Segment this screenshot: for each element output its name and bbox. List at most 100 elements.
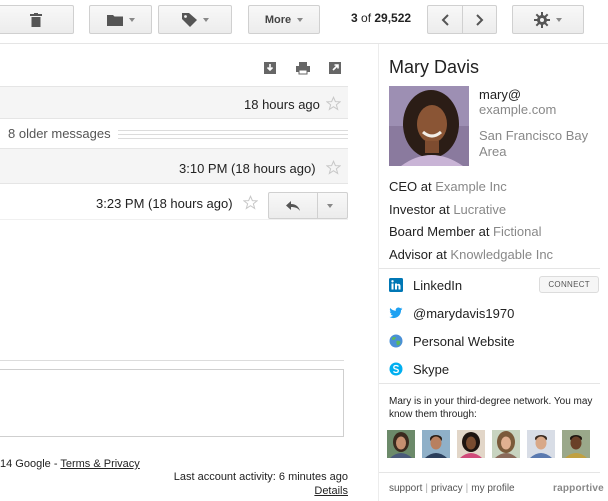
more-label: More (264, 13, 292, 26)
linkedin-icon (389, 278, 403, 292)
privacy-link[interactable]: privacy (431, 483, 463, 494)
older-button[interactable] (462, 5, 497, 34)
reply-button-group (268, 192, 348, 219)
more-button[interactable]: More (248, 5, 320, 34)
connection-avatar[interactable] (422, 430, 450, 458)
sidebar-divider (379, 268, 600, 269)
chevron-down-icon (128, 17, 135, 22)
twitter-handle-link[interactable]: @marydavis1970 (413, 306, 514, 321)
role-item: Investor at Lucrative (389, 201, 553, 224)
website-row: Personal Website (389, 331, 599, 351)
terms-privacy-link[interactable]: Terms & Privacy (60, 458, 139, 470)
reply-box[interactable] (0, 369, 344, 437)
reply-icon[interactable] (285, 200, 301, 212)
contact-avatar (389, 86, 469, 166)
message-counter: 3 of 29,522 (351, 11, 411, 25)
open-in-new-window-icon[interactable] (328, 61, 342, 75)
connection-avatar[interactable] (457, 430, 485, 458)
skype-link[interactable]: Skype (413, 362, 449, 377)
contact-location: San Francisco Bay Area (479, 128, 589, 159)
star-icon[interactable] (326, 96, 341, 111)
twitter-bird-icon (389, 307, 403, 319)
message-header: 3:23 PM (18 hours ago) (0, 186, 348, 220)
contact-email-user[interactable]: mary@ (479, 87, 521, 102)
my-profile-link[interactable]: my profile (471, 483, 514, 494)
message-row[interactable]: 3:10 PM (18 hours ago) (0, 148, 348, 184)
older-messages-link[interactable]: 8 older messages (8, 126, 115, 141)
copyright-text: 14 Google - (0, 458, 61, 470)
trash-icon (30, 12, 42, 27)
details-link[interactable]: Details (314, 485, 348, 497)
older-line (118, 138, 348, 139)
print-icon[interactable] (296, 61, 310, 75)
last-activity-text: Last account activity: 6 minutes ago (173, 471, 348, 483)
footer-copyright: 14 Google - Terms & Privacy (0, 458, 140, 470)
connection-avatar[interactable] (492, 430, 520, 458)
counter-total: 29,522 (374, 11, 412, 25)
delete-button[interactable] (0, 5, 74, 34)
chevron-left-icon (441, 13, 449, 26)
linkedin-link[interactable]: LinkedIn (413, 278, 462, 293)
chevron-down-icon (297, 17, 304, 22)
footer-separator: | (465, 483, 469, 494)
linkedin-connect-button[interactable]: CONNECT (539, 276, 599, 293)
role-title: Investor at (389, 201, 454, 217)
network-text: Mary is in your third-degree network. Yo… (389, 396, 593, 420)
connection-avatar[interactable] (387, 430, 415, 458)
download-icon[interactable] (263, 61, 277, 75)
twitter-row: @marydavis1970 (389, 303, 599, 323)
role-org-link[interactable]: Lucrative (453, 202, 506, 217)
role-title: Board Member at (389, 224, 494, 239)
role-org-link[interactable]: Example Inc (435, 179, 507, 194)
older-messages-row[interactable]: 8 older messages (0, 121, 348, 145)
contact-name: Mary Davis (389, 57, 480, 77)
message-divider (0, 360, 344, 361)
role-title: CEO at (389, 179, 436, 194)
sidebar-divider (379, 472, 600, 473)
role-org-link[interactable]: Fictional (493, 224, 541, 239)
role-item: CEO at Example Inc (389, 178, 553, 201)
chevron-right-icon (475, 13, 483, 26)
labels-button[interactable] (158, 5, 232, 34)
personal-website-link[interactable]: Personal Website (413, 334, 515, 349)
globe-icon (389, 334, 403, 348)
reply-more-chevron-icon[interactable] (327, 204, 333, 208)
role-title: Advisor at (389, 246, 451, 262)
star-icon[interactable] (243, 195, 258, 210)
counter-of: of (357, 11, 375, 25)
message-time: 3:23 PM (18 hours ago) (96, 196, 233, 211)
conversation-pane: 18 hours ago 8 older messages 3:10 PM (1… (0, 44, 378, 501)
contact-email-domain[interactable]: example.com (479, 102, 556, 117)
gear-icon (534, 11, 550, 28)
chevron-down-icon (556, 17, 562, 22)
older-line (118, 134, 348, 135)
role-list: CEO at Example Inc Investor at Lucrative… (389, 178, 553, 268)
reply-separator (317, 193, 318, 218)
message-time: 3:10 PM (18 hours ago) (179, 161, 316, 176)
mutual-connections (387, 430, 590, 458)
footer-activity: Last account activity: 6 minutes ago Det… (174, 470, 348, 498)
footer-separator: | (425, 483, 428, 494)
support-link[interactable]: support (389, 483, 422, 494)
rapportive-logo[interactable]: rapportive (553, 483, 604, 494)
star-icon[interactable] (326, 160, 341, 175)
connection-avatar[interactable] (527, 430, 555, 458)
folder-icon (106, 14, 123, 26)
skype-icon (389, 362, 403, 376)
message-row[interactable]: 18 hours ago (0, 86, 348, 119)
newer-button[interactable] (427, 5, 463, 34)
sidebar-footer: support | privacy | my profile (389, 483, 515, 494)
role-org-link[interactable]: Knowledgable Inc (450, 247, 553, 262)
role-item: Board Member at Fictional (389, 223, 553, 246)
settings-button[interactable] (512, 5, 584, 34)
connection-avatar[interactable] (562, 430, 590, 458)
chevron-down-icon (202, 17, 209, 22)
tag-icon (181, 12, 197, 27)
linkedin-row: LinkedIn CONNECT (389, 275, 599, 295)
message-time: 18 hours ago (244, 97, 320, 112)
move-to-button[interactable] (89, 5, 152, 34)
toolbar: More 3 of 29,522 (0, 0, 608, 44)
skype-row: Skype (389, 359, 599, 379)
counter-current: 3 (351, 11, 358, 25)
contact-sidebar: Mary Davis mary@ example.com San Francis… (378, 44, 608, 501)
